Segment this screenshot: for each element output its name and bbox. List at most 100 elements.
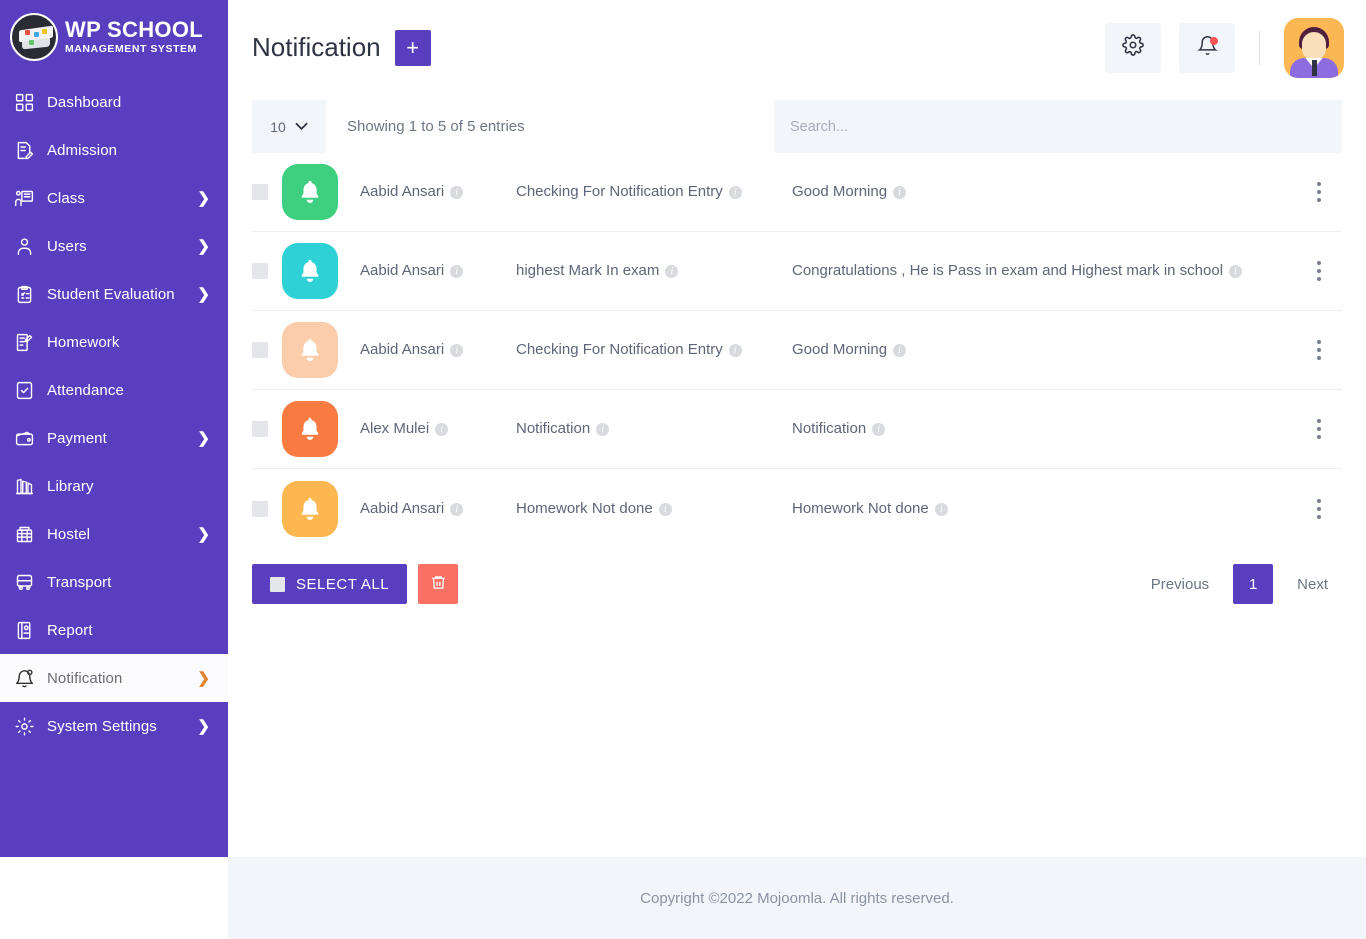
row-checkbox[interactable] xyxy=(252,263,268,279)
gear-icon xyxy=(1122,34,1144,61)
sidebar-item-label: Hostel xyxy=(47,525,91,543)
cell-title: highest Mark In exam i xyxy=(516,262,792,280)
sidebar-item-label: Class xyxy=(47,189,86,207)
info-icon[interactable]: i xyxy=(596,423,610,436)
sidebar-item-payment[interactable]: Payment ❯ xyxy=(0,414,228,462)
row-checkbox[interactable] xyxy=(252,500,268,517)
grid-icon xyxy=(14,92,42,113)
info-icon[interactable]: i xyxy=(934,502,948,516)
info-icon[interactable]: i xyxy=(450,502,464,516)
graduation-cap-logo-icon xyxy=(10,13,58,61)
select-all-label: SELECT ALL xyxy=(296,575,390,593)
table-row: Aabid Ansari i Checking For Notification E… xyxy=(252,153,1342,232)
info-icon[interactable]: i xyxy=(728,186,742,199)
avatar[interactable] xyxy=(1284,17,1344,78)
clipboard-check-icon xyxy=(14,284,42,305)
brand-subtitle: MANAGEMENT SYSTEM xyxy=(65,43,197,56)
search-input[interactable] xyxy=(774,100,1342,153)
cell-message: Notification i xyxy=(792,420,1342,438)
hostel-icon xyxy=(14,524,42,545)
cell-message: Congratulations , He is Pass in exam and… xyxy=(792,262,1342,280)
page-title: Notification xyxy=(252,32,381,62)
cell-name: Aabid Ansari i xyxy=(360,183,516,201)
chevron-right-icon: ❯ xyxy=(197,286,210,303)
sidebar-item-class[interactable]: Class ❯ xyxy=(0,174,228,222)
table-row: Aabid Ansari i Homework Not done i Homework … xyxy=(252,469,1342,548)
user-icon xyxy=(14,236,42,257)
sidebar-item-transport[interactable]: Transport xyxy=(0,558,228,606)
notifications-table: Aabid Ansari i Checking For Notification E… xyxy=(228,153,1366,548)
main-content: Notification + 10 Showing 1 to 5 of 5 en… xyxy=(228,0,1366,857)
class-board-icon xyxy=(14,188,42,209)
info-icon[interactable]: i xyxy=(658,502,672,516)
sidebar-item-hostel[interactable]: Hostel ❯ xyxy=(0,510,228,558)
page-length-value: 10 xyxy=(270,118,286,135)
row-menu-button[interactable] xyxy=(1313,336,1325,364)
sidebar-item-label: Attendance xyxy=(47,381,124,399)
info-icon[interactable]: i xyxy=(893,344,907,357)
sidebar-item-label: Users xyxy=(47,237,87,255)
sidebar-item-notification[interactable]: Notification ❯ xyxy=(0,654,228,702)
cell-title: Checking For Notification Entry i xyxy=(516,341,792,359)
sidebar-item-library[interactable]: Library xyxy=(0,462,228,510)
sidebar-item-admission[interactable]: Admission xyxy=(0,126,228,174)
sidebar-item-users[interactable]: Users ❯ xyxy=(0,222,228,270)
sidebar-item-attendance[interactable]: Attendance xyxy=(0,366,228,414)
sidebar-item-system-settings[interactable]: System Settings ❯ xyxy=(0,702,228,750)
book-pencil-icon xyxy=(14,332,42,353)
sidebar: WP SCHOOL MANAGEMENT SYSTEM Dashboard Adm… xyxy=(0,0,228,857)
cell-message: Homework Not done i xyxy=(792,500,1342,518)
checkbox-icon xyxy=(14,380,42,401)
search-container xyxy=(774,100,1342,153)
sidebar-item-report[interactable]: Report xyxy=(0,606,228,654)
document-edit-icon xyxy=(14,140,42,161)
info-icon[interactable]: i xyxy=(893,186,907,199)
bell-icon xyxy=(282,243,338,299)
row-checkbox[interactable] xyxy=(252,184,268,200)
table-row: Aabid Ansari i Checking For Notification E… xyxy=(252,311,1342,390)
row-checkbox[interactable] xyxy=(252,342,268,358)
info-icon[interactable]: i xyxy=(728,344,742,357)
delete-selected-button[interactable] xyxy=(418,564,459,604)
row-menu-button[interactable] xyxy=(1313,415,1325,443)
row-checkbox[interactable] xyxy=(252,421,268,437)
sidebar-item-label: Payment xyxy=(47,429,107,447)
sidebar-item-label: Student Evaluation xyxy=(47,285,175,303)
table-row: Alex Mulei i Notification i Notification i xyxy=(252,390,1342,469)
pagination-page-1[interactable]: 1 xyxy=(1233,564,1274,604)
pagination-next[interactable]: Next xyxy=(1283,567,1342,602)
brand-logo[interactable]: WP SCHOOL MANAGEMENT SYSTEM xyxy=(0,0,228,74)
info-icon[interactable]: i xyxy=(435,423,449,436)
brand-title: WP SCHOOL xyxy=(65,17,203,43)
bell-icon xyxy=(282,401,338,457)
sidebar-item-homework[interactable]: Homework xyxy=(0,318,228,366)
row-menu-button[interactable] xyxy=(1313,495,1325,523)
bus-icon xyxy=(14,572,42,593)
info-icon[interactable]: i xyxy=(450,344,464,357)
pagination-previous[interactable]: Previous xyxy=(1137,567,1223,602)
notifications-button[interactable] xyxy=(1179,22,1235,73)
info-icon[interactable]: i xyxy=(665,265,679,278)
sidebar-item-dashboard[interactable]: Dashboard xyxy=(0,78,228,126)
row-menu-button[interactable] xyxy=(1313,257,1325,285)
settings-button[interactable] xyxy=(1105,22,1161,73)
select-all-button[interactable]: SELECT ALL xyxy=(252,564,408,604)
bell-icon xyxy=(282,480,338,537)
sidebar-item-label: Homework xyxy=(47,333,120,351)
page-length-select[interactable]: 10 xyxy=(252,100,326,153)
sidebar-nav: Dashboard Admission Class ❯ Users ❯ Student Ev… xyxy=(0,74,228,750)
app-root: WP SCHOOL MANAGEMENT SYSTEM Dashboard Adm… xyxy=(0,0,1366,939)
info-icon[interactable]: i xyxy=(1229,265,1243,278)
info-icon[interactable]: i xyxy=(450,186,464,199)
info-icon[interactable]: i xyxy=(450,265,464,278)
cell-message: Good Morning i xyxy=(792,183,1342,201)
sidebar-item-label: Transport xyxy=(47,573,112,591)
chevron-right-icon: ❯ xyxy=(197,526,210,543)
sidebar-item-label: Report xyxy=(47,621,93,639)
cell-name: Alex Mulei i xyxy=(360,420,516,438)
report-icon xyxy=(14,620,42,641)
add-notification-button[interactable]: + xyxy=(394,29,431,66)
sidebar-item-student-evaluation[interactable]: Student Evaluation ❯ xyxy=(0,270,228,318)
info-icon[interactable]: i xyxy=(872,423,886,436)
row-menu-button[interactable] xyxy=(1313,178,1325,206)
